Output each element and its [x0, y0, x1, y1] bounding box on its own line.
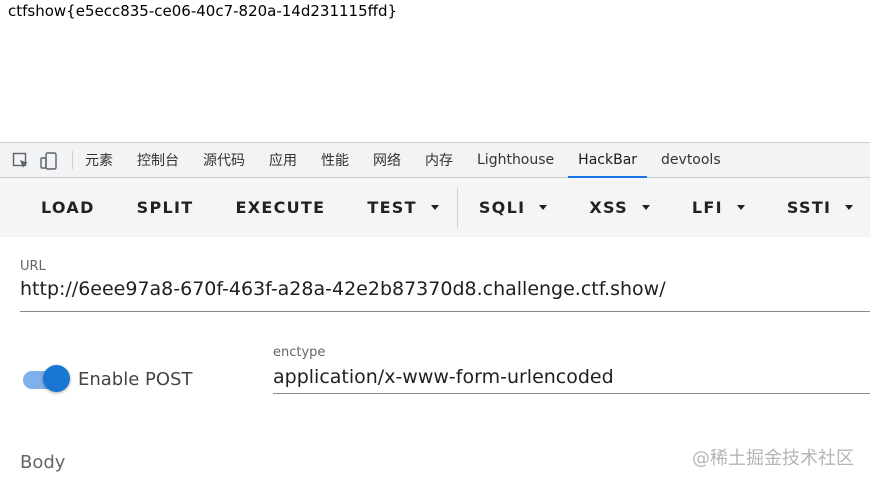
tab-devtools[interactable]: devtools: [649, 143, 733, 177]
lfi-menu-button[interactable]: LFI: [692, 178, 745, 237]
tab-elements[interactable]: 元素: [85, 143, 125, 177]
ssti-menu-label: SSTI: [786, 198, 832, 217]
caret-down-icon: [845, 205, 854, 210]
split-button-label: SPLIT: [136, 198, 194, 217]
load-button[interactable]: LOAD: [41, 178, 95, 237]
toolbar-divider: [72, 151, 73, 169]
tab-application[interactable]: 应用: [257, 143, 309, 177]
test-menu-button[interactable]: TEST: [367, 178, 439, 237]
tab-memory[interactable]: 内存: [413, 143, 465, 177]
xss-menu-label: XSS: [589, 198, 628, 217]
tab-hackbar[interactable]: HackBar: [566, 143, 649, 178]
xss-menu-button[interactable]: XSS: [589, 178, 650, 237]
enctype-select[interactable]: application/x-www-form-urlencoded: [273, 366, 614, 388]
url-label: URL: [20, 259, 46, 274]
enable-post-toggle[interactable]: [43, 365, 70, 392]
devtools-tab-bar: 元素 控制台 源代码 应用 性能 网络 内存 Lighthouse HackBa…: [0, 142, 870, 178]
url-input-underline: [20, 311, 870, 312]
tab-sources[interactable]: 源代码: [191, 143, 257, 177]
enable-post-label: Enable POST: [78, 369, 193, 390]
lfi-menu-label: LFI: [691, 198, 723, 217]
ssti-menu-button[interactable]: SSTI: [786, 178, 854, 237]
enctype-underline: [273, 393, 870, 394]
watermark-text: @稀土掘金技术社区: [692, 448, 854, 469]
sqli-menu-button[interactable]: SQLI: [478, 178, 548, 237]
toolbar-divider: [456, 187, 458, 228]
execute-button[interactable]: EXECUTE: [235, 178, 325, 237]
test-menu-label: TEST: [367, 198, 417, 217]
caret-down-icon: [736, 205, 745, 210]
load-button-label: LOAD: [41, 198, 95, 217]
tab-performance[interactable]: 性能: [309, 143, 361, 177]
split-button[interactable]: SPLIT: [137, 178, 194, 237]
tab-console[interactable]: 控制台: [125, 143, 191, 177]
sqli-menu-label: SQLI: [478, 198, 526, 217]
page-viewport: ctfshow{e5ecc835-ce06-40c7-820a-14d23111…: [0, 0, 870, 142]
device-toolbar-icon[interactable]: [38, 143, 60, 178]
execute-button-label: EXECUTE: [235, 198, 326, 217]
enctype-label: enctype: [273, 345, 326, 360]
tab-network[interactable]: 网络: [361, 143, 413, 177]
caret-down-icon: [539, 205, 548, 210]
caret-down-icon: [430, 205, 439, 210]
flag-text: ctfshow{e5ecc835-ce06-40c7-820a-14d23111…: [8, 2, 398, 20]
inspect-element-icon[interactable]: [10, 143, 32, 178]
hackbar-toolbar: LOAD SPLIT EXECUTE TEST SQLI XSS LFI SST…: [0, 178, 870, 237]
body-label: Body: [20, 452, 66, 473]
caret-down-icon: [641, 205, 650, 210]
url-input[interactable]: http://6eee97a8-670f-463f-a28a-42e2b8737…: [20, 278, 666, 300]
tab-lighthouse[interactable]: Lighthouse: [465, 143, 566, 177]
